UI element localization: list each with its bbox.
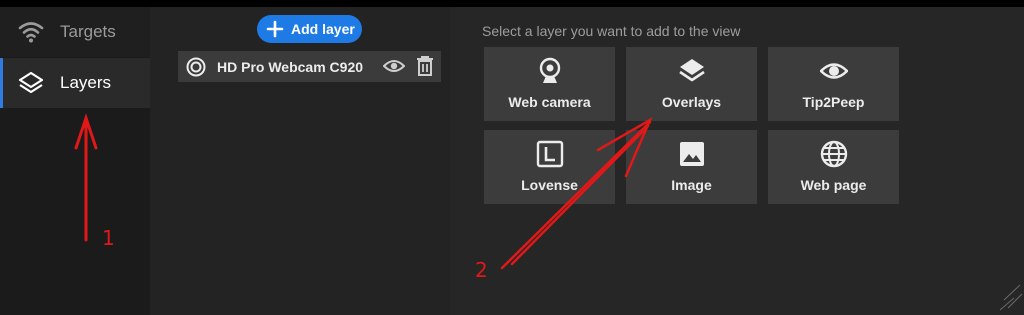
globe-icon xyxy=(820,140,848,168)
app-window: Targets Layers Add layer HD Pro Webcam C… xyxy=(0,7,1024,315)
tile-label: Overlays xyxy=(661,94,722,110)
tile-image[interactable]: Image xyxy=(626,130,757,204)
tile-label: Lovense xyxy=(521,177,578,193)
tile-lovense[interactable]: Lovense xyxy=(484,130,615,204)
sidebar-item-label: Layers xyxy=(60,73,112,92)
eye-icon[interactable] xyxy=(383,56,405,76)
webcam-target-icon xyxy=(186,57,206,77)
sidebar-item-label: Targets xyxy=(60,22,116,41)
tile-label: Web camera xyxy=(508,94,591,110)
tile-overlays[interactable]: Overlays xyxy=(626,47,757,121)
annotation-number-1: 1 xyxy=(102,226,115,250)
plus-icon xyxy=(266,20,284,38)
layers-icon xyxy=(18,71,44,94)
tile-label: Image xyxy=(671,177,712,193)
lovense-icon xyxy=(536,140,564,168)
wifi-icon xyxy=(18,22,44,43)
trash-icon[interactable] xyxy=(416,55,434,77)
layer-item[interactable]: HD Pro Webcam C920 xyxy=(178,51,441,82)
webcam-icon xyxy=(539,57,561,83)
annotation-number-2: 2 xyxy=(475,258,488,282)
layer-name: HD Pro Webcam C920 xyxy=(217,59,364,75)
sidebar: Targets Layers xyxy=(0,7,150,315)
add-layer-label: Add layer xyxy=(291,21,355,37)
picker-hint: Select a layer you want to add to the vi… xyxy=(482,23,741,39)
tile-tip2peep[interactable]: Tip2Peep xyxy=(768,47,899,121)
tile-web-camera[interactable]: Web camera xyxy=(484,47,615,121)
image-icon xyxy=(680,142,704,166)
tile-label: Tip2Peep xyxy=(802,94,865,110)
eye-icon xyxy=(820,63,848,79)
tile-label: Web page xyxy=(800,177,867,193)
add-layer-button[interactable]: Add layer xyxy=(257,15,362,43)
tile-web-page[interactable]: Web page xyxy=(768,130,899,204)
layers-icon xyxy=(679,59,705,82)
layer-picker: Select a layer you want to add to the vi… xyxy=(450,7,1024,315)
sidebar-item-layers[interactable]: Layers xyxy=(0,58,150,108)
sidebar-item-targets[interactable]: Targets xyxy=(0,7,150,57)
